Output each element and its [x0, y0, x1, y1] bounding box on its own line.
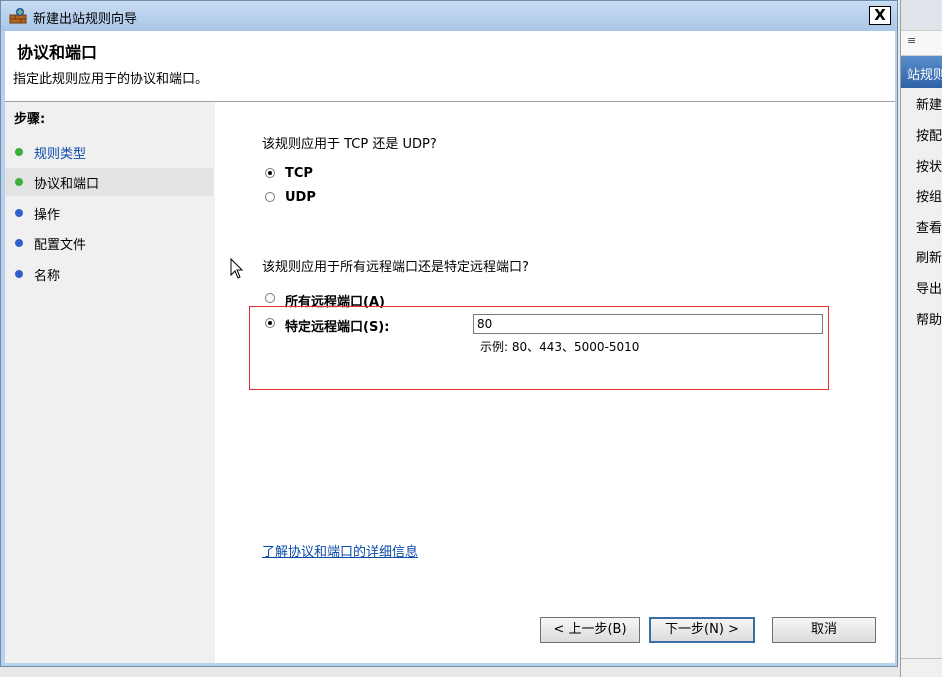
- background-header-glyph: ≡: [907, 34, 917, 47]
- window-title: 新建出站规则向导: [33, 12, 138, 27]
- action-item[interactable]: 刷新: [916, 247, 942, 266]
- learn-more-link[interactable]: 了解协议和端口的详细信息: [262, 541, 418, 560]
- back-button[interactable]: < 上一步(B): [540, 617, 640, 643]
- action-item[interactable]: 新建: [916, 94, 942, 113]
- background-window: ≡ 站规则 新建 按配 按状 按组 查看 刷新 导出 帮助: [900, 0, 942, 677]
- step-label: 配置文件: [34, 238, 87, 253]
- action-item[interactable]: 帮助: [916, 309, 942, 328]
- background-status-bar: [901, 658, 942, 677]
- action-item[interactable]: 查看: [916, 217, 942, 236]
- firewall-icon: [9, 8, 27, 24]
- step-label: 协议和端口: [34, 177, 100, 192]
- step-label: 操作: [34, 208, 61, 223]
- cancel-button[interactable]: 取消: [772, 617, 876, 643]
- step-profile[interactable]: 配置文件: [5, 229, 213, 257]
- step-rule-type[interactable]: 规则类型: [5, 138, 213, 166]
- main-panel: 该规则应用于 TCP 还是 UDP? TCP UDP 该规则应用于所有远程端口还…: [215, 102, 895, 663]
- step-current-dot-icon: [15, 178, 23, 186]
- radio-label: UDP: [285, 190, 316, 205]
- background-title-strip: [901, 0, 942, 30]
- steps-panel: 步骤: 规则类型 协议和端口 操作 配置文件 名称: [5, 102, 213, 663]
- actions-header[interactable]: 站规则: [901, 56, 942, 88]
- step-action[interactable]: 操作: [5, 199, 213, 227]
- actions-header-label: 站规则: [907, 68, 942, 83]
- radio-selected-icon: [265, 168, 275, 178]
- wizard-body: 步骤: 规则类型 协议和端口 操作 配置文件 名称 该规则应用于 TCP 还是 …: [5, 102, 895, 663]
- highlight-box: [249, 306, 829, 390]
- radio-unselected-icon: [265, 192, 275, 202]
- title-bar[interactable]: 新建出站规则向导 X: [1, 1, 897, 31]
- action-item[interactable]: 导出: [916, 278, 942, 297]
- wizard-dialog: 新建出站规则向导 X 协议和端口 指定此规则应用于的协议和端口。 步骤: 规则类…: [0, 0, 898, 667]
- step-label: 规则类型: [34, 147, 87, 162]
- next-button[interactable]: 下一步(N) >: [649, 617, 755, 643]
- background-column-header: ≡: [901, 30, 942, 56]
- ports-question: 该规则应用于所有远程端口还是特定远程端口?: [262, 260, 529, 275]
- step-pending-dot-icon: [15, 209, 23, 217]
- step-pending-dot-icon: [15, 239, 23, 247]
- step-label: 名称: [34, 269, 61, 284]
- step-name[interactable]: 名称: [5, 260, 213, 288]
- mouse-pointer-icon: [230, 258, 244, 279]
- action-item[interactable]: 按配: [916, 125, 942, 144]
- step-done-dot-icon: [15, 148, 23, 156]
- page-subtitle: 指定此规则应用于的协议和端口。: [13, 72, 209, 87]
- steps-heading: 步骤:: [14, 112, 46, 127]
- action-item[interactable]: 按组: [916, 186, 942, 205]
- action-item[interactable]: 按状: [916, 156, 942, 175]
- close-button[interactable]: X: [869, 6, 891, 25]
- radio-unselected-icon: [265, 293, 275, 303]
- radio-label: TCP: [285, 166, 313, 181]
- protocol-question: 该规则应用于 TCP 还是 UDP?: [262, 137, 437, 152]
- header-panel: 协议和端口 指定此规则应用于的协议和端口。: [5, 31, 895, 102]
- page-title: 协议和端口: [17, 43, 98, 62]
- step-pending-dot-icon: [15, 270, 23, 278]
- step-protocol-and-ports[interactable]: 协议和端口: [5, 168, 213, 196]
